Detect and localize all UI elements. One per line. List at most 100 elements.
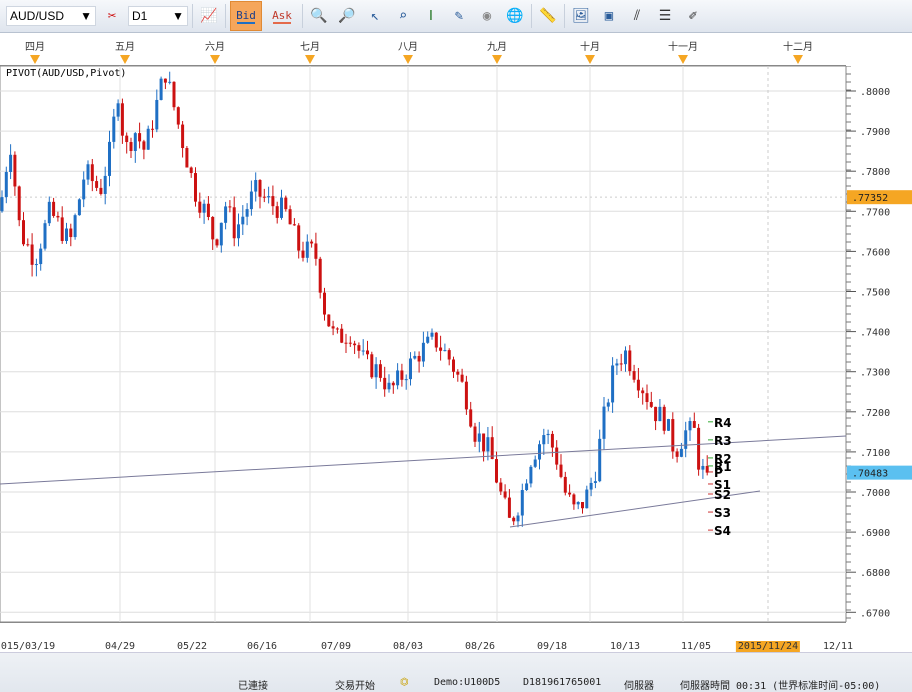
candle-body bbox=[146, 128, 150, 150]
candle-body bbox=[185, 148, 189, 168]
ask-button[interactable]: Ask bbox=[266, 4, 298, 28]
date-label: 09/18 bbox=[536, 641, 568, 652]
candle-body bbox=[378, 364, 382, 378]
timeframe-value: D1 bbox=[132, 9, 148, 23]
ruler-icon[interactable]: 📏 bbox=[536, 4, 560, 28]
candle-body bbox=[95, 181, 99, 188]
month-marker-icon[interactable] bbox=[210, 55, 220, 64]
indicator-label: PIVOT(AUD/USD,Pivot) bbox=[6, 68, 126, 79]
candle-body bbox=[224, 206, 228, 223]
candle-body bbox=[473, 426, 477, 442]
candle-body bbox=[525, 483, 529, 491]
timeframe-select[interactable]: D1 ▼ bbox=[128, 6, 188, 26]
candle-body bbox=[271, 196, 275, 207]
image-icon[interactable]: 🖼 bbox=[569, 4, 593, 28]
date-axis: 015/03/19 04/29 05/22 06/16 07/09 08/03 08/26 0… bbox=[0, 622, 853, 652]
candle-body bbox=[211, 216, 215, 240]
candle-body bbox=[400, 370, 404, 380]
price-chart[interactable]: .8000 .7900 .7800 .7700 .7600 .7500 .7400 .7300… bbox=[0, 66, 912, 622]
candle-body bbox=[151, 128, 154, 130]
cursor-icon[interactable]: ↖ bbox=[363, 4, 387, 28]
month-label: 十月 bbox=[580, 42, 600, 53]
month-marker-icon[interactable] bbox=[120, 55, 130, 64]
month-marker-icon[interactable] bbox=[305, 55, 315, 64]
candle-body bbox=[495, 459, 498, 483]
candle-body bbox=[292, 224, 296, 226]
candle-body bbox=[39, 248, 43, 265]
fit-vertical-icon[interactable]: Ⅰ bbox=[419, 4, 443, 28]
candle-body bbox=[632, 371, 636, 380]
pivot-label-s2: S2 bbox=[714, 488, 731, 502]
candle-body bbox=[90, 164, 94, 182]
globe-icon[interactable]: 🌐 bbox=[503, 4, 527, 28]
candle-body bbox=[486, 437, 490, 452]
month-marker-icon[interactable] bbox=[585, 55, 595, 64]
date-label: 2015/11/24 bbox=[735, 641, 801, 652]
zoom-area-icon[interactable]: ⌕ bbox=[391, 4, 415, 28]
candle-body bbox=[417, 355, 421, 362]
symbol-select[interactable]: AUD/USD ▼ bbox=[6, 6, 96, 26]
candle-body bbox=[206, 203, 210, 217]
candle-body bbox=[22, 220, 25, 245]
fibonacci-icon[interactable]: ☰ bbox=[653, 4, 677, 28]
bid-button[interactable]: Bid bbox=[230, 1, 262, 31]
connection-status: 已連接 bbox=[238, 681, 268, 692]
candle-body bbox=[357, 345, 361, 351]
chart-type-icon[interactable]: 📈 bbox=[197, 4, 221, 28]
pivot-label-r3: R3 bbox=[714, 434, 732, 448]
candle-body bbox=[318, 258, 322, 293]
candle-body bbox=[391, 382, 395, 386]
candle-body bbox=[409, 358, 412, 380]
draw-lines-icon[interactable]: ⫽ bbox=[625, 4, 649, 28]
candle-body bbox=[284, 197, 288, 210]
candle-body bbox=[99, 187, 103, 194]
month-label: 八月 bbox=[398, 42, 418, 53]
candle-body bbox=[443, 350, 447, 352]
window-icon[interactable]: ▣ bbox=[597, 4, 621, 28]
candle-body bbox=[47, 201, 51, 224]
candle-body bbox=[507, 497, 511, 518]
edit-icon[interactable]: ✎ bbox=[447, 4, 471, 28]
eye-icon[interactable]: ◉ bbox=[475, 4, 499, 28]
candle-body bbox=[649, 402, 653, 407]
candle-body bbox=[464, 381, 468, 410]
month-marker-icon[interactable] bbox=[403, 55, 413, 64]
candle-body bbox=[585, 489, 589, 509]
candle-body bbox=[125, 135, 129, 143]
candle-body bbox=[469, 409, 473, 427]
candle-body bbox=[26, 244, 30, 246]
candle-body bbox=[155, 99, 159, 130]
candle-body bbox=[159, 78, 163, 100]
candle-body bbox=[310, 241, 314, 244]
month-marker-icon[interactable] bbox=[492, 55, 502, 64]
candle-body bbox=[559, 464, 563, 477]
candle-body bbox=[611, 365, 615, 403]
date-label: 05/22 bbox=[176, 641, 208, 652]
pen-icon[interactable]: ✐ bbox=[681, 4, 705, 28]
zoom-out-icon[interactable]: 🔎 bbox=[335, 4, 359, 28]
candle-body bbox=[533, 459, 537, 467]
symbol-remove-icon[interactable]: ✂ bbox=[100, 4, 124, 28]
candle-body bbox=[555, 447, 559, 465]
chevron-down-icon: ▼ bbox=[172, 9, 184, 23]
candle-body bbox=[421, 342, 425, 362]
ask-label: Ask bbox=[272, 8, 292, 22]
candle-body bbox=[658, 406, 662, 422]
month-marker-icon[interactable] bbox=[30, 55, 40, 64]
candle-body bbox=[426, 336, 430, 343]
candle-body bbox=[576, 502, 580, 505]
month-marker-icon[interactable] bbox=[793, 55, 803, 64]
month-label: 五月 bbox=[115, 42, 135, 53]
candle-body bbox=[112, 116, 116, 142]
candle-body bbox=[262, 196, 266, 198]
candle-body bbox=[60, 217, 64, 241]
date-label: 07/09 bbox=[320, 641, 352, 652]
month-marker-icon[interactable] bbox=[678, 55, 688, 64]
candle-body bbox=[366, 350, 369, 355]
candle-body bbox=[452, 359, 455, 372]
candle-body bbox=[589, 482, 593, 490]
zoom-in-icon[interactable]: 🔍 bbox=[307, 4, 331, 28]
candle-body bbox=[241, 216, 245, 225]
candle-body bbox=[654, 406, 658, 422]
price-tick-label: .6700 bbox=[860, 608, 890, 619]
